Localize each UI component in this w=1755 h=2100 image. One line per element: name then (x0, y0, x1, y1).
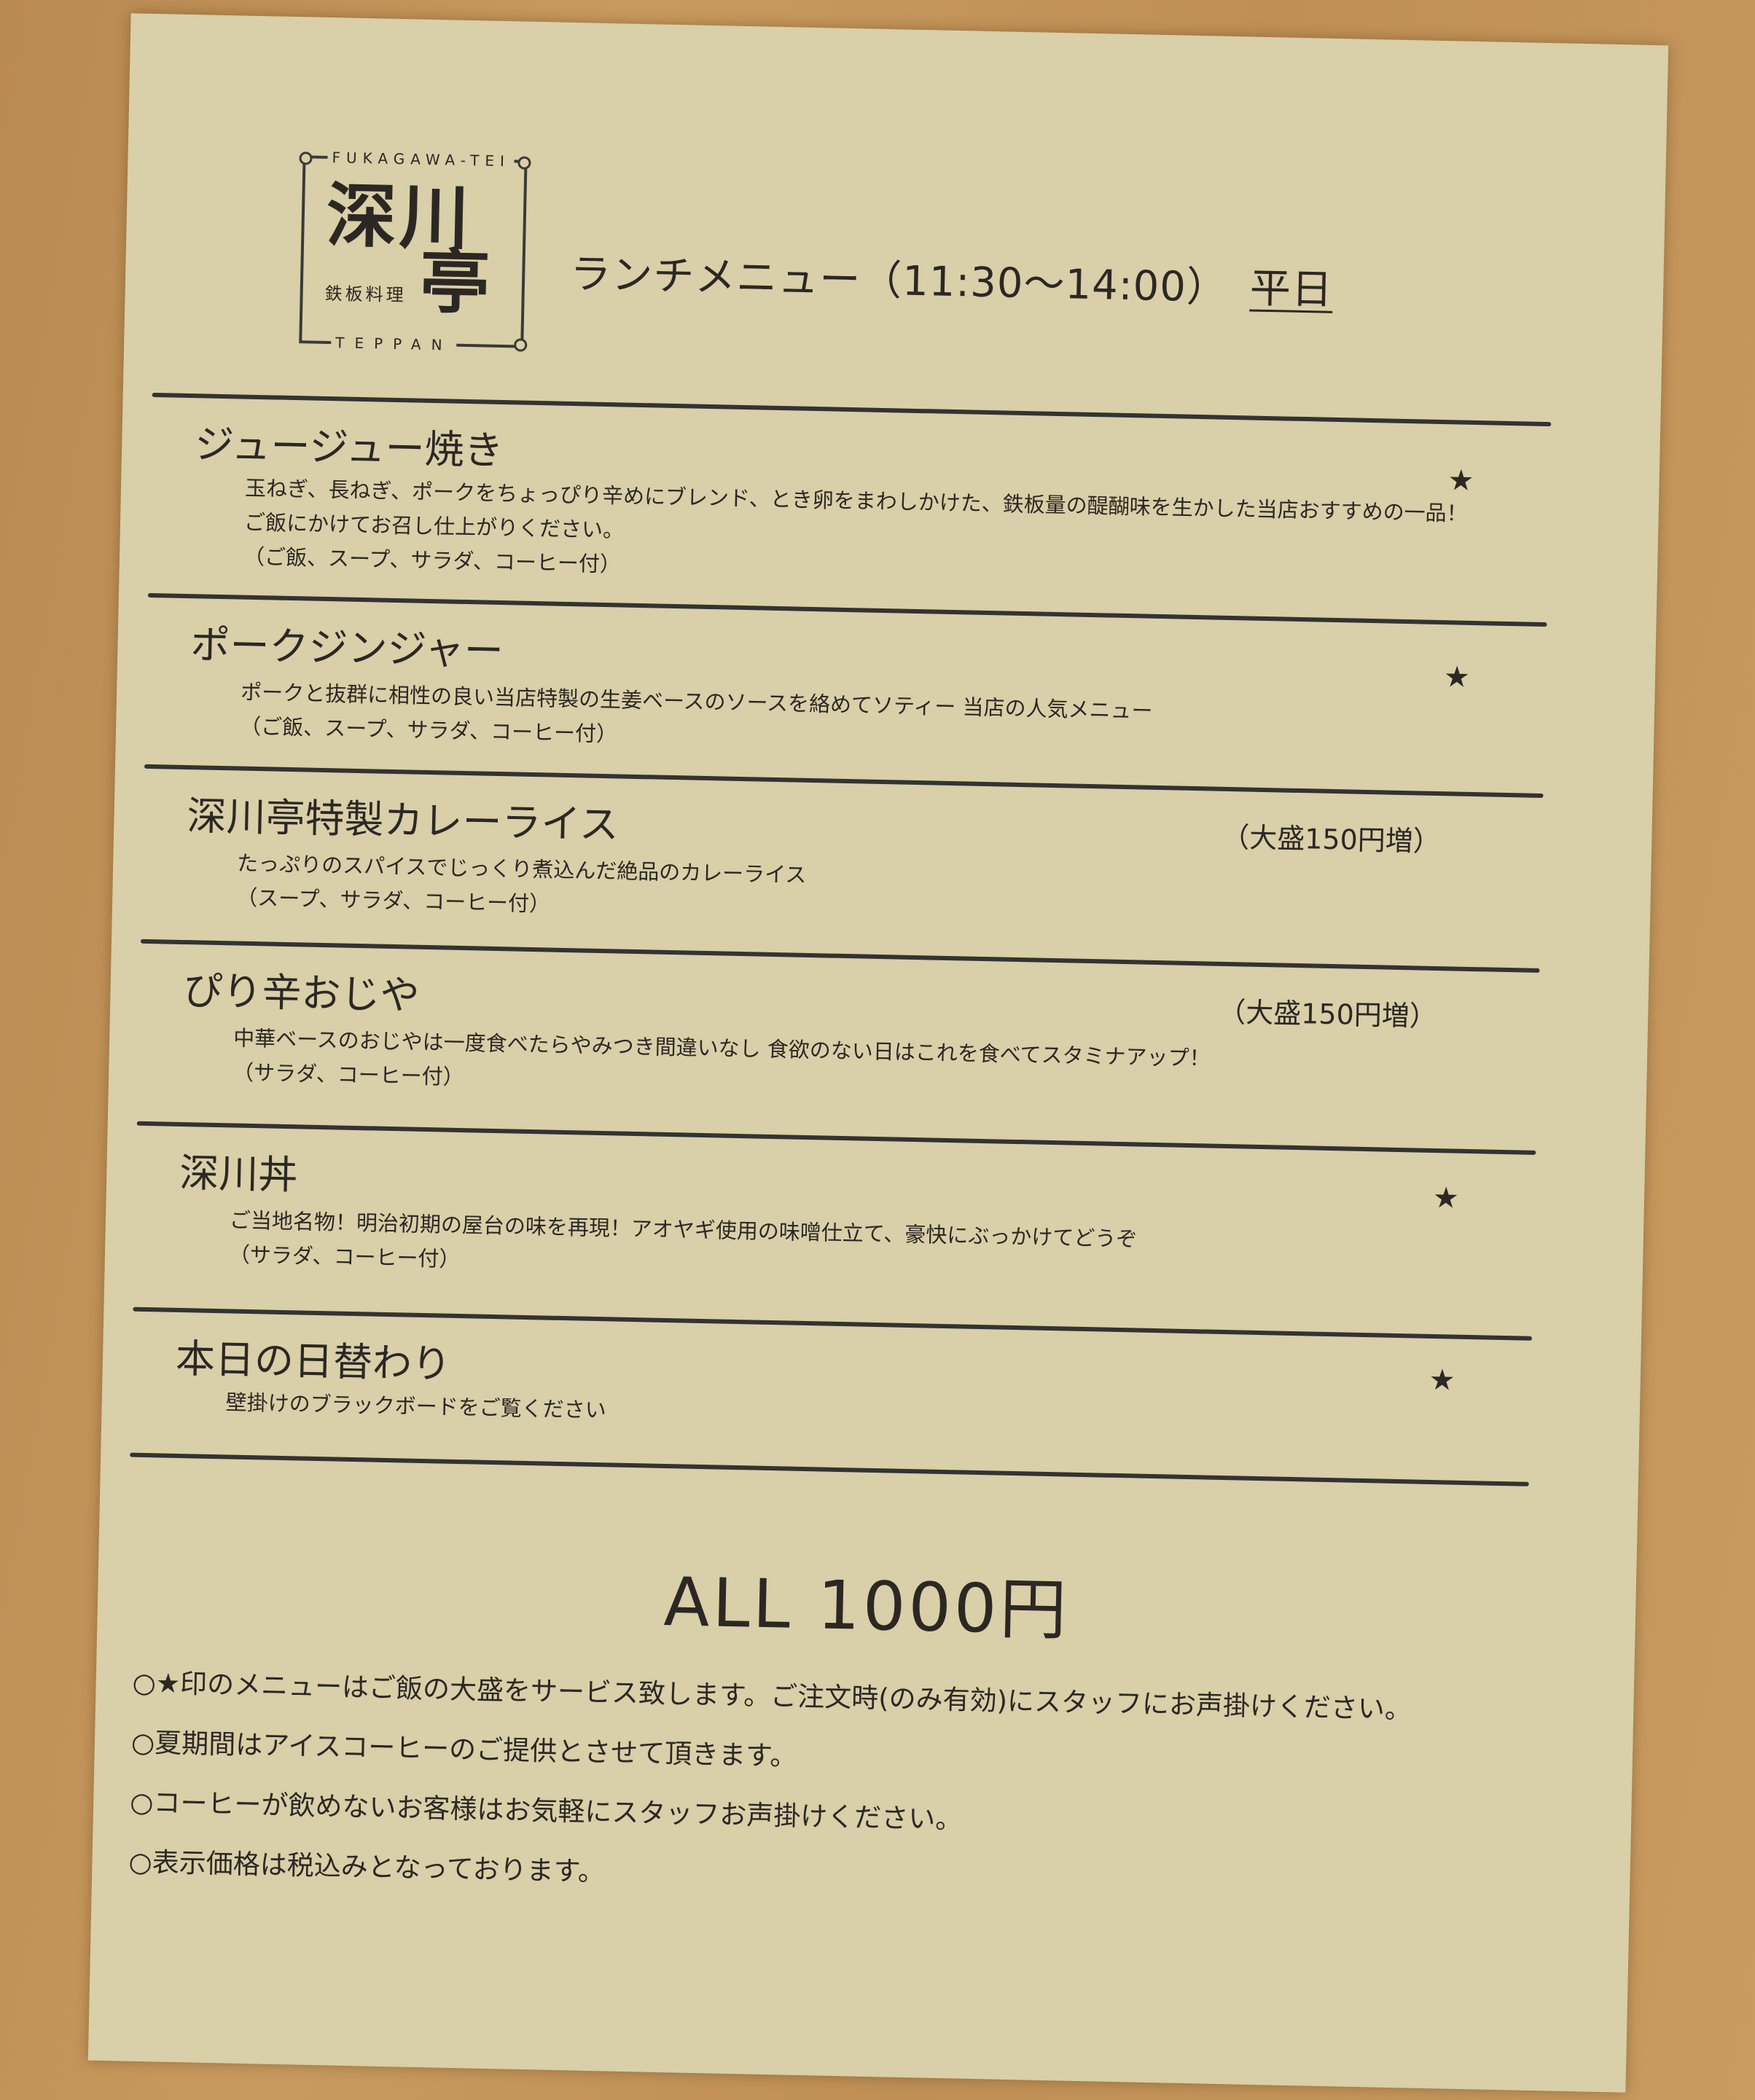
menu-day-label: 平日 (1249, 265, 1334, 314)
item-includes: （スープ、サラダ、コーヒー付） (235, 885, 551, 917)
menu-item: ジュージュー焼き ★ 玉ねぎ、長ねぎ、ポークをちょっぴり辛めにブレンド、とき卵を… (131, 13, 1669, 576)
star-icon: ★ (1447, 463, 1474, 498)
item-includes: （サラダ、コーヒー付） (228, 1242, 461, 1272)
star-icon: ★ (1443, 660, 1471, 694)
restaurant-logo: FUKAGAWA-TEI 深川 鉄板料理 亭 TEPPAN (299, 148, 531, 354)
item-name: ポークジンジャー (189, 622, 504, 675)
menu-sheet: FUKAGAWA-TEI 深川 鉄板料理 亭 TEPPAN ランチメニュー（11… (87, 13, 1669, 2093)
flat-price: ALL 1000円 (662, 1563, 1071, 1650)
logo-corner-dot (299, 152, 313, 165)
menu-title: ランチメニュー（11:30〜14:00） 平日 (570, 241, 1334, 316)
item-description: 壁掛けのブラックボードをご覧ください (225, 1390, 607, 1423)
menu-item: 本日の日替わり ★ 壁掛けのブラックボードをご覧ください (131, 13, 1669, 1422)
logo-corner-dot (517, 156, 531, 170)
large-size-surcharge: （大盛150円増） (1221, 820, 1442, 858)
item-name: 深川亭特製カレーライス (186, 793, 619, 848)
logo-english: TEPPAN (331, 334, 457, 354)
item-includes: （ご飯、スープ、サラダ、コーヒー付） (239, 713, 618, 747)
divider-line (136, 1121, 1536, 1155)
item-name: ぴり辛おじや (182, 968, 421, 1019)
item-includes: （ご飯、スープ、サラダ、コーヒー付） (243, 544, 622, 577)
star-icon: ★ (1428, 1363, 1456, 1398)
item-name: ジュージュー焼き (194, 421, 504, 474)
item-name: 本日の日替わり (175, 1335, 452, 1387)
menu-item: ポークジンジャー ★ ポークと抜群に相性の良い当店特製の生姜ベースのソースを絡め… (131, 13, 1669, 746)
menu-item: 深川亭特製カレーライス （大盛150円増） たっぷりのスパイスでじっくり煮込んだ… (131, 13, 1669, 916)
divider-line (130, 1452, 1529, 1486)
notes-list: ○★印のメニューはご飯の大盛をサービス致します。ご注文時(のみ有効)にスタッフに… (128, 1653, 1412, 1919)
logo-subtitle: 鉄板料理 (324, 283, 407, 306)
logo-name-line2: 亭 (418, 240, 491, 324)
menu-title-text: ランチメニュー（11:30〜14:00） (569, 250, 1229, 312)
item-name: 深川丼 (179, 1149, 298, 1199)
logo-romaji: FUKAGAWA-TEI (327, 148, 515, 171)
menu-item: ぴり辛おじや （大盛150円増） 中華ベースのおじやは一度食べたらやみつき間違い… (131, 13, 1669, 1089)
logo-corner-dot (514, 338, 528, 352)
large-size-surcharge: （大盛150円増） (1217, 995, 1438, 1033)
star-icon: ★ (1432, 1180, 1460, 1215)
menu-item: 深川丼 ★ ご当地名物！明治初期の屋台の味を再現！アオヤギ使用の味噌仕立て、豪快… (131, 13, 1669, 1272)
item-includes: （サラダ、コーヒー付） (232, 1059, 465, 1090)
